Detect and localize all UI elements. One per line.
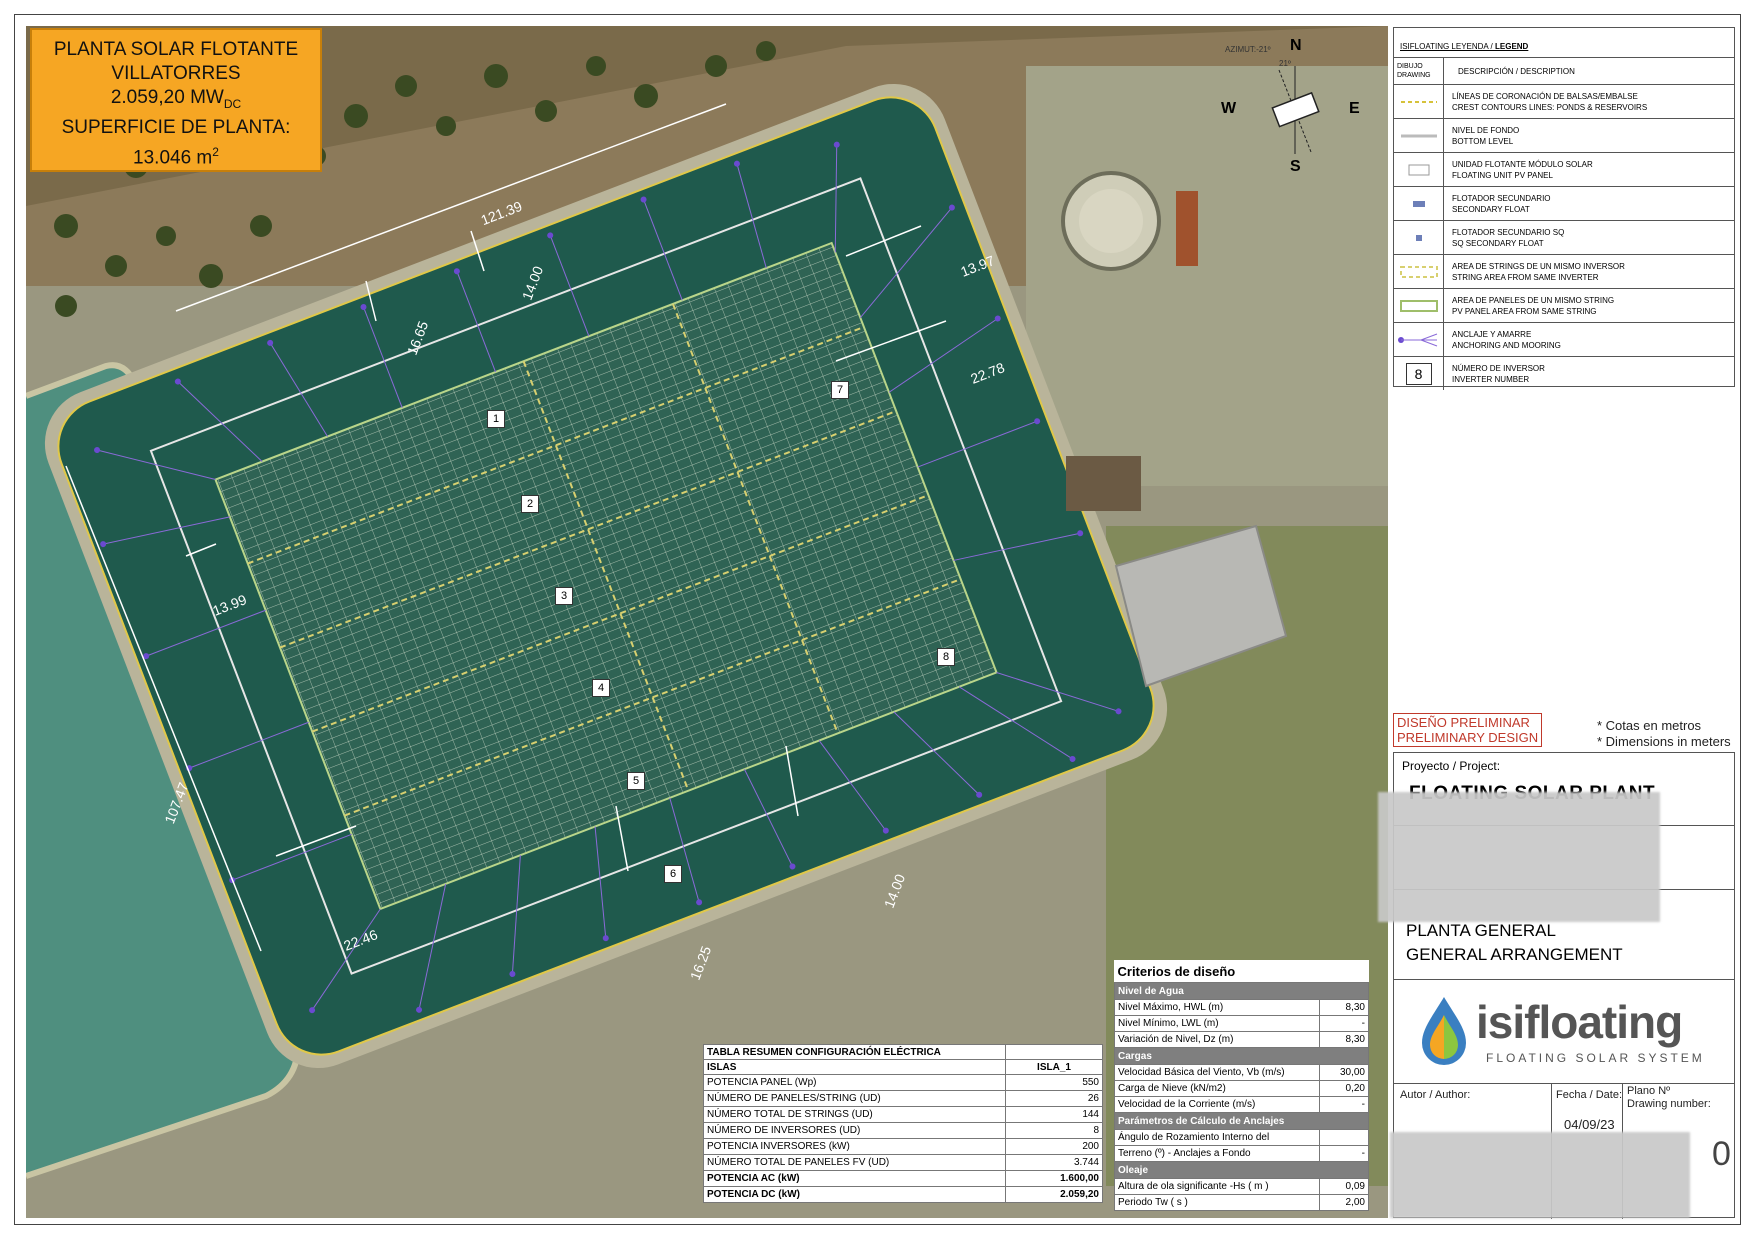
inverter-number: 1 bbox=[487, 410, 505, 428]
project-label: Proyecto / Project: bbox=[1402, 759, 1501, 773]
plan-title-es: PLANTA GENERAL bbox=[1406, 921, 1556, 940]
redacted-area bbox=[1378, 792, 1660, 922]
drop-logo-icon bbox=[1422, 997, 1466, 1065]
criteria-section: Nivel de Agua bbox=[1114, 982, 1369, 1000]
legend-row: AREA DE STRINGS DE UN MISMO INVERSOR STRI… bbox=[1394, 255, 1734, 289]
date-label: Fecha / Date: bbox=[1556, 1089, 1623, 1101]
electrical-col-isla1: ISLA_1 bbox=[1005, 1059, 1103, 1075]
date-value: 04/09/23 bbox=[1564, 1117, 1615, 1132]
author-label: Autor / Author: bbox=[1400, 1089, 1471, 1101]
isifloating-logo: isifloating FLOATING SOLAR SYSTEM bbox=[1414, 993, 1724, 1073]
plant-title-box: PLANTA SOLAR FLOTANTE VILLATORRES 2.059,… bbox=[30, 28, 322, 172]
electrical-title: TABLA RESUMEN CONFIGURACIÓN ELÉCTRICA bbox=[703, 1044, 1006, 1060]
legend-row: 8 NÚMERO DE INVERSOR INVERTER NUMBER bbox=[1394, 357, 1734, 390]
plant-title-line2: VILLATORRES bbox=[111, 63, 241, 84]
plan-title-en: GENERAL ARRANGEMENT bbox=[1406, 945, 1623, 964]
logo-wordmark: isifloating bbox=[1476, 996, 1683, 1048]
legend-row: LÍNEAS DE CORONACIÓN DE BALSAS/EMBALSE CR… bbox=[1394, 85, 1734, 119]
legend-col-drawing: DIBUJO DRAWING bbox=[1394, 58, 1444, 84]
table-row: NÚMERO TOTAL DE PANELES FV (UD) 3.744 bbox=[703, 1154, 1103, 1171]
electrical-col-islas: ISLAS bbox=[703, 1059, 1006, 1075]
criteria-section: Cargas bbox=[1114, 1047, 1369, 1065]
inverter-number: 8 bbox=[937, 648, 955, 666]
inverter-number: 3 bbox=[555, 587, 573, 605]
plan-number-label: Plano Nº bbox=[1627, 1085, 1671, 1097]
table-row: NÚMERO TOTAL DE STRINGS (UD) 144 bbox=[703, 1106, 1103, 1123]
inverter-number: 5 bbox=[627, 772, 645, 790]
legend-row: FLOTADOR SECUNDARIO SECONDARY FLOAT bbox=[1394, 187, 1734, 221]
legend-row: UNIDAD FLOTANTE MÓDULO SOLAR FLOATING UNI… bbox=[1394, 153, 1734, 187]
criteria-title: Criterios de diseño bbox=[1117, 963, 1236, 979]
preliminary-design-stamp: DISEÑO PRELIMINAR PRELIMINARY DESIGN bbox=[1393, 713, 1543, 747]
string-area-icon bbox=[1399, 265, 1438, 278]
inverter-number-icon: 8 bbox=[1405, 362, 1432, 385]
table-row: POTENCIA PANEL (Wp) 550 bbox=[703, 1074, 1103, 1091]
drawing-number-partial: 0 bbox=[1712, 1135, 1731, 1173]
legend-row: NIVEL DE FONDO BOTTOM LEVEL bbox=[1394, 119, 1734, 153]
sq-secondary-float-icon bbox=[1415, 234, 1422, 241]
panel-area-icon bbox=[1399, 299, 1438, 312]
drawing-number-label: Drawing number: bbox=[1627, 1098, 1711, 1110]
electrical-summary-table: TABLA RESUMEN CONFIGURACIÓN ELÉCTRICA IS… bbox=[703, 1044, 1103, 1203]
legend-row: AREA DE PANELES DE UN MISMO STRING PV PAN… bbox=[1394, 289, 1734, 323]
table-row: POTENCIA INVERSORES (kW) 200 bbox=[703, 1138, 1103, 1155]
pv-panel-icon bbox=[1408, 164, 1429, 175]
redacted-area bbox=[1390, 1132, 1690, 1218]
legend-col-header: DIBUJO DRAWING DESCRIPCIÓN / DESCRIPTION bbox=[1394, 58, 1734, 85]
compass-arrow-icon bbox=[1271, 66, 1320, 154]
table-row: POTENCIA AC (kW) 1.600,00 bbox=[703, 1170, 1103, 1187]
criteria-section: Parámetros de Cálculo de Anclajes bbox=[1114, 1112, 1369, 1130]
inverter-number: 4 bbox=[592, 679, 610, 697]
bottom-level-icon bbox=[1400, 134, 1437, 137]
inverter-number: 2 bbox=[521, 495, 539, 513]
criteria-section: Oleaje bbox=[1114, 1161, 1369, 1179]
secondary-float-icon bbox=[1412, 200, 1425, 207]
inverter-number: 7 bbox=[831, 381, 849, 399]
design-criteria-table: Criterios de diseño Nivel de Agua Nivel … bbox=[1114, 960, 1369, 1211]
table-row: POTENCIA DC (kW) 2.059,20 bbox=[703, 1186, 1103, 1203]
plant-area-label: SUPERFICIE DE PLANTA: bbox=[61, 116, 291, 138]
dimension-notes: * Cotas en metros * Dimensions in meters bbox=[1597, 718, 1731, 749]
legend-col-description: DESCRIPCIÓN / DESCRIPTION bbox=[1458, 66, 1575, 76]
compass-rose: AZIMUT:-21º N 21º W E S bbox=[1221, 36, 1375, 176]
legend-row: ANCLAJE Y AMARRE ANCHORING AND MOORING bbox=[1394, 323, 1734, 357]
plant-title-line1: PLANTA SOLAR FLOTANTE bbox=[53, 39, 299, 60]
legend-panel: ISIFLOATING LEYENDA / LEGEND DIBUJO DRAW… bbox=[1393, 27, 1735, 390]
legend-row: FLOTADOR SECUNDARIO SQ SQ SECONDARY FLOAT bbox=[1394, 221, 1734, 255]
anchoring-icon bbox=[1397, 333, 1437, 346]
plant-area: 13.046 m2 bbox=[133, 144, 219, 169]
table-row: NÚMERO DE INVERSORES (UD) 8 bbox=[703, 1122, 1103, 1139]
inverter-number: 6 bbox=[664, 865, 682, 883]
logo-tagline: FLOATING SOLAR SYSTEM bbox=[1486, 1051, 1705, 1065]
legend-header: ISIFLOATING LEYENDA / LEGEND bbox=[1394, 28, 1734, 58]
plant-power: 2.059,20 MWDC bbox=[110, 87, 242, 111]
crest-line-icon bbox=[1400, 100, 1437, 103]
table-row: NÚMERO DE PANELES/STRING (UD) 26 bbox=[703, 1090, 1103, 1107]
